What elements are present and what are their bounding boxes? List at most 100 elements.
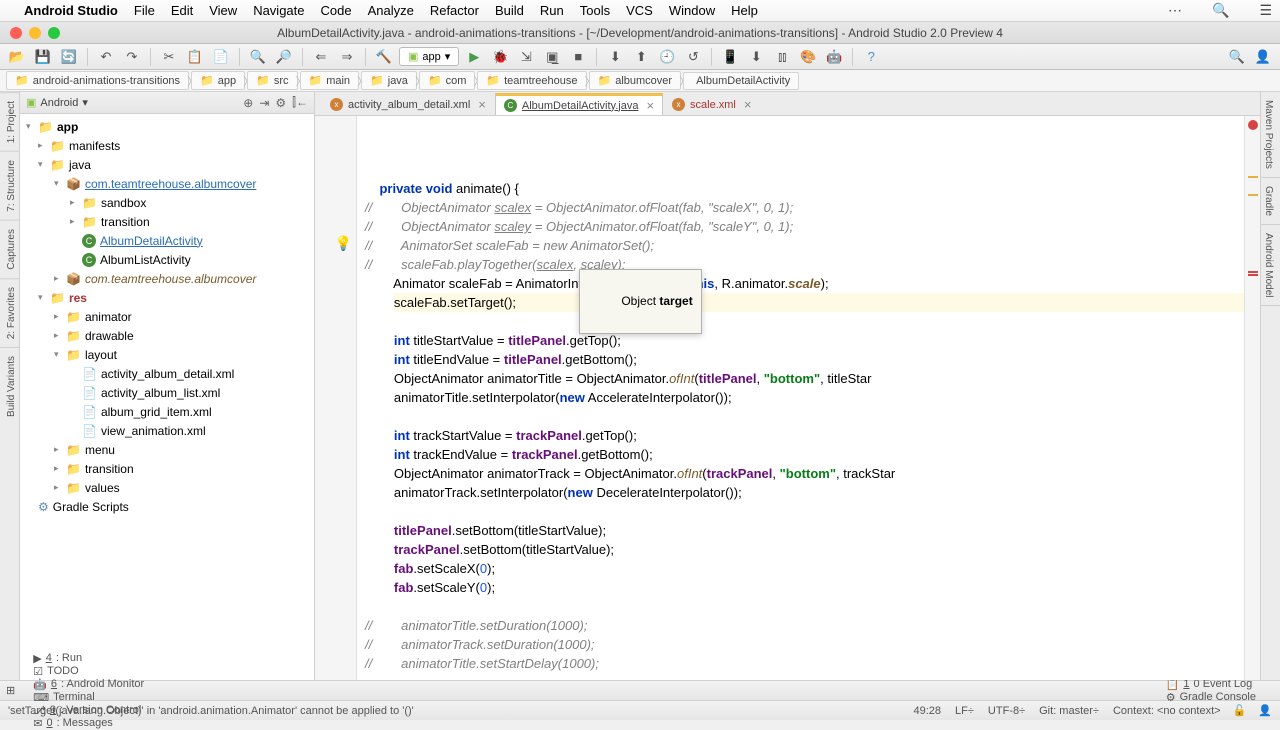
- rail-structure[interactable]: 7: Structure: [0, 151, 19, 220]
- code-line[interactable]: // ObjectAnimator scaley = ObjectAnimato…: [365, 217, 1244, 236]
- code-line[interactable]: fab.setScaleY(0);: [365, 578, 1244, 597]
- bottom-tool[interactable]: 🤖6: Android Monitor: [33, 678, 144, 691]
- rail-project[interactable]: 1: Project: [0, 92, 19, 151]
- vcs-history-icon[interactable]: 🕘: [656, 47, 678, 67]
- code-line[interactable]: ObjectAnimator animatorTitle = ObjectAni…: [365, 369, 1244, 388]
- code-line[interactable]: [365, 502, 1244, 521]
- menu-edit[interactable]: Edit: [171, 3, 193, 18]
- error-stripe[interactable]: [1244, 116, 1260, 680]
- code-line[interactable]: [365, 407, 1244, 426]
- breadcrumb-item[interactable]: 📁main: [300, 71, 360, 90]
- breadcrumb-item[interactable]: 📁src: [247, 71, 297, 90]
- run-icon[interactable]: ▶: [463, 47, 485, 67]
- tree-node[interactable]: 📄activity_album_list.xml: [20, 383, 314, 402]
- tree-node[interactable]: ▸📁drawable: [20, 326, 314, 345]
- rail-maven[interactable]: Maven Projects: [1261, 92, 1280, 178]
- menu-file[interactable]: File: [134, 3, 155, 18]
- tree-node[interactable]: ▸📁values: [20, 478, 314, 497]
- tree-node[interactable]: ▾📁res: [20, 288, 314, 307]
- tree-node[interactable]: ▸📁transition: [20, 459, 314, 478]
- readonly-lock-icon[interactable]: 🔓: [1233, 704, 1247, 717]
- back-icon[interactable]: ⇐: [310, 47, 332, 67]
- code-line[interactable]: [365, 597, 1244, 616]
- spotlight-icon[interactable]: 🔍: [1212, 2, 1229, 19]
- error-indicator-icon[interactable]: [1248, 120, 1258, 130]
- code-line[interactable]: scaleFab.setTarget();: [365, 293, 1244, 312]
- bt-windows-icon[interactable]: ⊞: [6, 684, 15, 697]
- vcs-revert-icon[interactable]: ↺: [682, 47, 704, 67]
- build-icon[interactable]: 🔨: [373, 47, 395, 67]
- editor-tab[interactable]: xscale.xml×: [663, 93, 760, 115]
- bottom-tool[interactable]: ✉0: Messages: [33, 717, 144, 730]
- code-line[interactable]: animatorTitle.setInterpolator(new Accele…: [365, 388, 1244, 407]
- menu-tools[interactable]: Tools: [580, 3, 610, 18]
- breadcrumb-item[interactable]: 📁app: [191, 71, 245, 90]
- replace-icon[interactable]: 🔎: [273, 47, 295, 67]
- menu-window[interactable]: Window: [669, 3, 715, 18]
- bottom-tool[interactable]: ⚙Gradle Console: [1166, 691, 1256, 704]
- project-tree[interactable]: ▾📁app▸📁manifests▾📁java▾📦com.teamtreehous…: [20, 114, 314, 680]
- code-line[interactable]: titlePanel.setBottom(titleStartValue);: [365, 521, 1244, 540]
- code-line[interactable]: [365, 312, 1244, 331]
- redo-icon[interactable]: ↷: [121, 47, 143, 67]
- file-encoding[interactable]: UTF-8÷: [988, 705, 1025, 717]
- tree-node[interactable]: 📄view_animation.xml: [20, 421, 314, 440]
- menu-refactor[interactable]: Refactor: [430, 3, 479, 18]
- menu-analyze[interactable]: Analyze: [368, 3, 414, 18]
- code-line[interactable]: // animatorTitle.setStartDelay(1000);: [365, 654, 1244, 673]
- code-line[interactable]: // AnimatorSet scaleFab = new AnimatorSe…: [365, 236, 1244, 255]
- scroll-from-source-icon[interactable]: ⊕: [243, 96, 253, 110]
- tree-node[interactable]: 📄album_grid_item.xml: [20, 402, 314, 421]
- coverage-icon[interactable]: ▣̲: [541, 47, 563, 67]
- code-line[interactable]: int trackEndValue = trackPanel.getBottom…: [365, 445, 1244, 464]
- tree-node[interactable]: ▸📁menu: [20, 440, 314, 459]
- save-icon[interactable]: 💾: [32, 47, 54, 67]
- sync-icon[interactable]: 🔄: [58, 47, 80, 67]
- bottom-tool[interactable]: ⌨Terminal: [33, 691, 144, 704]
- tree-node[interactable]: CAlbumListActivity: [20, 250, 314, 269]
- app-menu[interactable]: Android Studio: [24, 3, 118, 18]
- menu-build[interactable]: Build: [495, 3, 524, 18]
- settings-icon[interactable]: ⚙: [275, 96, 286, 110]
- code-line[interactable]: // animatorTrack.setDuration(1000);: [365, 635, 1244, 654]
- code-line[interactable]: int trackStartValue = trackPanel.getTop(…: [365, 426, 1244, 445]
- project-view-dropdown[interactable]: ▣ Android ▾: [26, 96, 88, 109]
- menu-view[interactable]: View: [209, 3, 237, 18]
- paste-icon[interactable]: 📄: [210, 47, 232, 67]
- context-menu[interactable]: Context: <no context>: [1113, 705, 1221, 717]
- tree-node[interactable]: ⚙Gradle Scripts: [20, 497, 314, 516]
- code-line[interactable]: fab.setScaleX(0);: [365, 559, 1244, 578]
- intention-bulb-icon[interactable]: 💡: [335, 234, 352, 253]
- stop-icon[interactable]: ■: [567, 47, 589, 67]
- editor-tab[interactable]: CAlbumDetailActivity.java×: [495, 93, 663, 115]
- rail-android-model[interactable]: Android Model: [1261, 225, 1280, 306]
- avd-icon[interactable]: 📱: [719, 47, 741, 67]
- vcs-commit-icon[interactable]: ⬆: [630, 47, 652, 67]
- cut-icon[interactable]: ✂: [158, 47, 180, 67]
- tree-node[interactable]: ▾📦com.teamtreehouse.albumcover: [20, 174, 314, 193]
- user-icon[interactable]: 👤: [1252, 47, 1274, 67]
- undo-icon[interactable]: ↶: [95, 47, 117, 67]
- code-editor[interactable]: 💡 private void animate() {// ObjectAnima…: [315, 116, 1260, 680]
- code-line[interactable]: // ObjectAnimator scalex = ObjectAnimato…: [365, 198, 1244, 217]
- theme-icon[interactable]: 🎨: [797, 47, 819, 67]
- code-line[interactable]: Animator scaleFab = AnimatorInflater.loa…: [365, 274, 1244, 293]
- open-icon[interactable]: 📂: [6, 47, 28, 67]
- android-icon[interactable]: 🤖: [823, 47, 845, 67]
- code-line[interactable]: animatorTrack.setInterpolator(new Decele…: [365, 483, 1244, 502]
- tree-node[interactable]: ▸📁manifests: [20, 136, 314, 155]
- vcs-update-icon[interactable]: ⬇: [604, 47, 626, 67]
- editor-tab[interactable]: xactivity_album_detail.xml×: [321, 93, 495, 115]
- tree-node[interactable]: ▾📁app: [20, 117, 314, 136]
- tree-node[interactable]: ▸📁animator: [20, 307, 314, 326]
- tree-node[interactable]: CAlbumDetailActivity: [20, 231, 314, 250]
- menu-navigate[interactable]: Navigate: [253, 3, 304, 18]
- dots-icon[interactable]: ⋯: [1168, 2, 1182, 19]
- breadcrumb-item[interactable]: 📁com: [419, 71, 475, 90]
- close-tab-icon[interactable]: ×: [744, 97, 752, 112]
- menu-icon[interactable]: ☰: [1259, 2, 1272, 19]
- code-line[interactable]: int titleEndValue = titlePanel.getBottom…: [365, 350, 1244, 369]
- close-tab-icon[interactable]: ×: [478, 97, 486, 112]
- tree-node[interactable]: ▾📁java: [20, 155, 314, 174]
- tree-node[interactable]: ▸📁sandbox: [20, 193, 314, 212]
